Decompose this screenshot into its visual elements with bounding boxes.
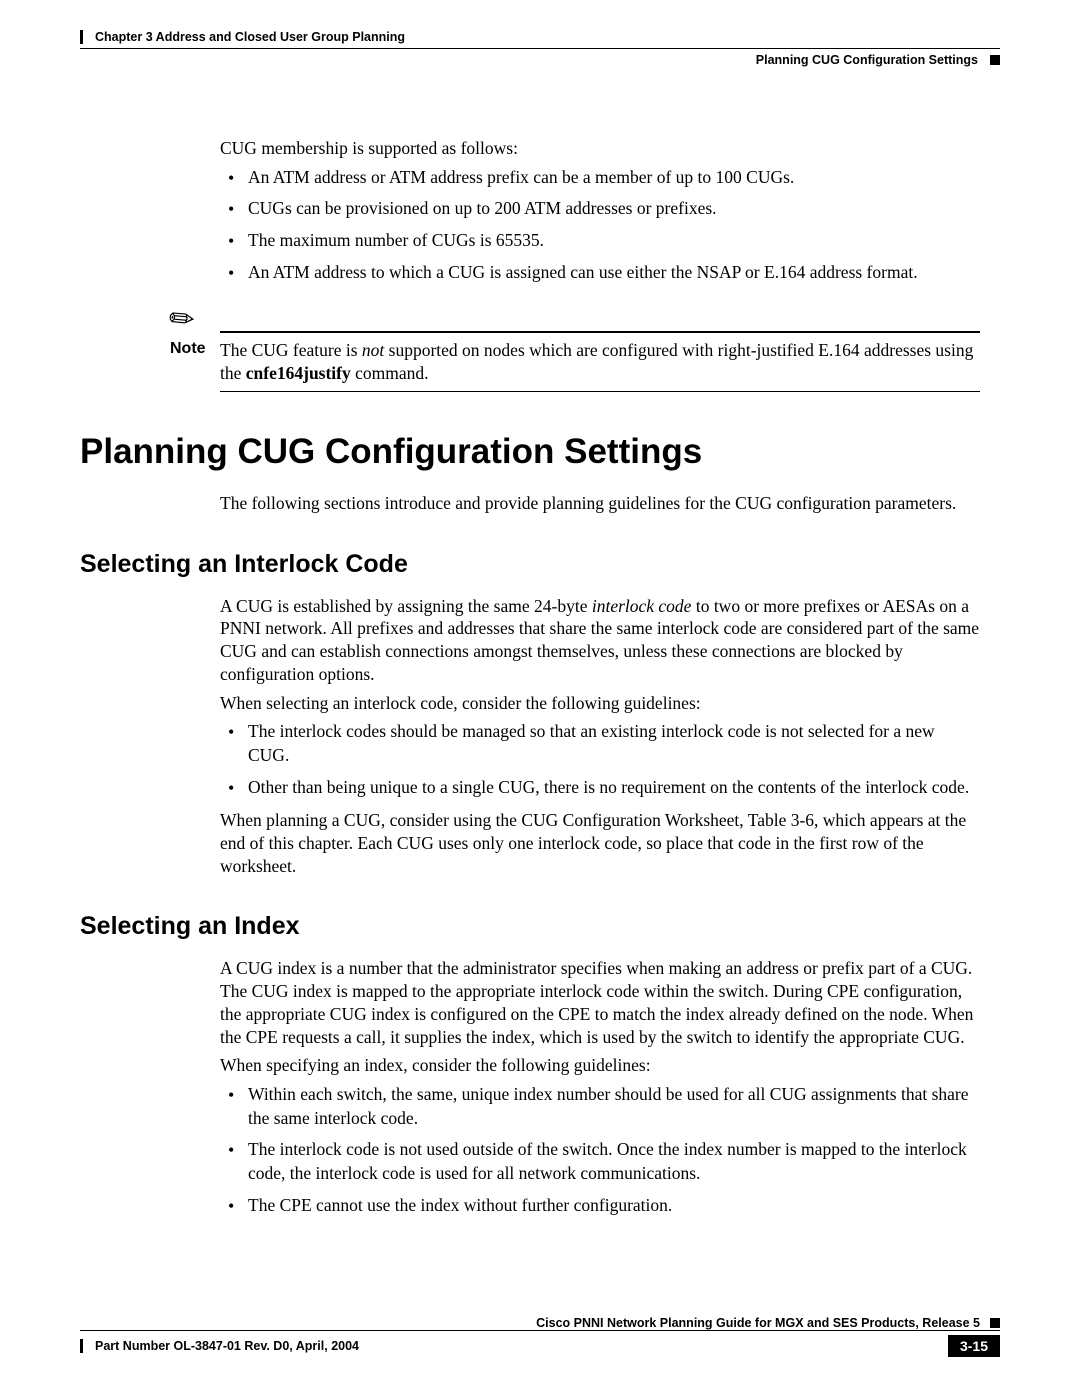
text-part: A CUG is established by assigning the sa… — [220, 596, 592, 616]
intro-paragraph: CUG membership is supported as follows: — [220, 137, 980, 160]
interlock-p1: A CUG is established by assigning the sa… — [220, 595, 980, 686]
note-text-part: The CUG feature is — [220, 340, 362, 360]
intro-bullets: An ATM address or ATM address prefix can… — [220, 166, 980, 285]
list-item: Other than being unique to a single CUG,… — [248, 776, 980, 800]
list-item: Within each switch, the same, unique ind… — [248, 1083, 980, 1130]
interlock-p2: When selecting an interlock code, consid… — [220, 692, 980, 715]
list-item: The maximum number of CUGs is 65535. — [248, 229, 980, 253]
list-item: The CPE cannot use the index without fur… — [248, 1194, 980, 1218]
note-text: The CUG feature is not supported on node… — [220, 339, 980, 385]
interlock-bullets: The interlock codes should be managed so… — [220, 720, 980, 799]
note-text-italic: not — [362, 340, 384, 360]
note-label: Note — [170, 339, 220, 385]
footer-doc-title: Cisco PNNI Network Planning Guide for MG… — [536, 1316, 980, 1330]
list-item: An ATM address or ATM address prefix can… — [248, 166, 980, 190]
index-bullets: Within each switch, the same, unique ind… — [220, 1083, 980, 1217]
heading-interlock: Selecting an Interlock Code — [80, 550, 1000, 579]
header-section-title: Planning CUG Configuration Settings — [80, 53, 1000, 67]
index-block: A CUG index is a number that the adminis… — [220, 957, 980, 1217]
list-item: CUGs can be provisioned on up to 200 ATM… — [248, 197, 980, 221]
square-icon — [990, 1318, 1000, 1328]
note-text-part: command. — [351, 363, 429, 383]
page-number-badge: 3-15 — [948, 1335, 1000, 1357]
page-footer: Cisco PNNI Network Planning Guide for MG… — [80, 1316, 1000, 1357]
index-p2: When specifying an index, consider the f… — [220, 1054, 980, 1077]
intro-block: CUG membership is supported as follows: … — [220, 137, 980, 284]
interlock-p3: When planning a CUG, consider using the … — [220, 809, 980, 877]
note-rule-bot — [220, 391, 980, 392]
footer-part-number: Part Number OL-3847-01 Rev. D0, April, 2… — [80, 1339, 359, 1353]
note-rule-top — [220, 331, 980, 333]
heading-planning-cug: Planning CUG Configuration Settings — [80, 432, 1000, 472]
h1-intro-paragraph: The following sections introduce and pro… — [220, 492, 980, 515]
list-item: An ATM address to which a CUG is assigne… — [248, 261, 980, 285]
header-rule — [80, 48, 1000, 49]
note-block: ✎ Note The CUG feature is not supported … — [80, 302, 1000, 392]
interlock-block: A CUG is established by assigning the sa… — [220, 595, 980, 878]
index-p1: A CUG index is a number that the adminis… — [220, 957, 980, 1048]
footer-bottom: Part Number OL-3847-01 Rev. D0, April, 2… — [80, 1335, 1000, 1357]
note-body: Note The CUG feature is not supported on… — [170, 339, 980, 385]
list-item: The interlock codes should be managed so… — [248, 720, 980, 767]
h1-intro-block: The following sections introduce and pro… — [220, 492, 980, 515]
list-item: The interlock code is not used outside o… — [248, 1138, 980, 1185]
heading-index: Selecting an Index — [80, 912, 1000, 941]
page-header: Chapter 3 Address and Closed User Group … — [80, 30, 1000, 67]
header-chapter: Chapter 3 Address and Closed User Group … — [80, 30, 1000, 44]
pencil-icon: ✎ — [162, 298, 204, 341]
footer-top: Cisco PNNI Network Planning Guide for MG… — [80, 1316, 1000, 1330]
note-text-bold: cnfe164justify — [246, 363, 351, 383]
footer-rule — [80, 1330, 1000, 1331]
text-italic: interlock code — [592, 596, 692, 616]
